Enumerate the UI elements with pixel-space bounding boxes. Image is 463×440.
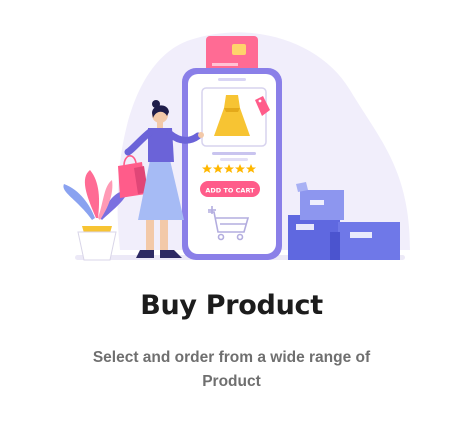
add-to-cart-label: ADD TO CART [205,187,255,195]
page-subtitle: Select and order from a wide range of Pr… [92,349,371,390]
page-title: Buy Product [140,290,323,321]
phone: ADD TO CART [182,68,282,260]
buy-product-illustration: ADD TO CART [63,32,410,261]
